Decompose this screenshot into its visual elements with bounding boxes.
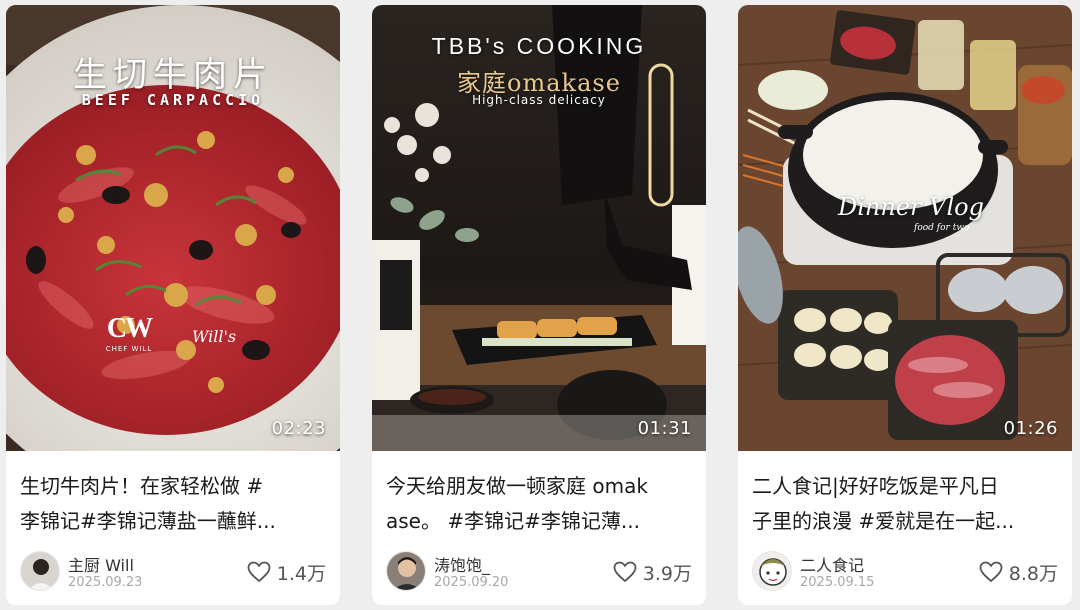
video-card-omakase[interactable]: TBB's COOKING 家庭omakase High-class delic… bbox=[372, 5, 706, 605]
cover-title: Dinner Vlog bbox=[838, 193, 984, 221]
card-body: 二人食记|好好吃饭是平凡日 子里的浪漫 #爱就是在一起... 二人食记 2025… bbox=[738, 451, 1072, 605]
like-count: 1.4万 bbox=[276, 562, 326, 585]
video-title[interactable]: 二人食记|好好吃饭是平凡日 子里的浪漫 #爱就是在一起... bbox=[752, 469, 1058, 539]
author-name[interactable]: 涛饱饱_ bbox=[434, 552, 490, 576]
video-meta: 涛饱饱_ 2025.09.20 3.9万 bbox=[386, 551, 692, 593]
heart-outline-icon bbox=[979, 561, 1003, 583]
heart-outline-icon bbox=[613, 561, 637, 583]
video-cover[interactable]: TBB's COOKING 家庭omakase High-class delic… bbox=[372, 5, 706, 451]
author-avatar[interactable] bbox=[20, 551, 60, 591]
avatar-cartoon-image bbox=[753, 552, 791, 590]
chef-logo-text: CHEF WILL bbox=[105, 345, 153, 353]
video-card-dinner-vlog[interactable]: Dinner Vlog food for two 01:26 二人食记|好好吃饭… bbox=[738, 5, 1072, 605]
like-count: 8.8万 bbox=[1008, 562, 1058, 585]
cover-brand: TBB's COOKING bbox=[431, 33, 647, 59]
video-duration: 02:23 bbox=[271, 418, 326, 439]
cover-subtitle: High-class delicacy bbox=[472, 93, 606, 107]
video-duration: 01:26 bbox=[1003, 418, 1058, 439]
video-title-line-2: 李锦记#李锦记薄盐一蘸鲜... bbox=[20, 509, 276, 533]
video-meta: 主厨 Will 2025.09.23 1.4万 bbox=[20, 551, 326, 593]
video-cover[interactable]: Dinner Vlog food for two 01:26 bbox=[738, 5, 1072, 451]
heart-outline-icon bbox=[247, 561, 271, 583]
author-name[interactable]: 二人食记 bbox=[800, 552, 864, 576]
cover-title-en: BEEF CARPACCIO bbox=[81, 91, 265, 109]
video-title-line-1: 今天给朋友做一顿家庭 omak bbox=[386, 474, 648, 498]
chef-logo: CW CHEF WILL bbox=[94, 313, 164, 354]
video-card-beef-carpaccio[interactable]: 生切牛肉片 BEEF CARPACCIO CW CHEF WILL Will's… bbox=[6, 5, 340, 605]
chef-signature: Will's bbox=[192, 327, 237, 346]
cover-subtitle: food for two bbox=[914, 223, 970, 233]
author-avatar[interactable] bbox=[386, 551, 426, 591]
video-title-line-2: ase。 #李锦记#李锦记薄... bbox=[386, 509, 640, 533]
video-title-line-2: 子里的浪漫 #爱就是在一起... bbox=[752, 509, 1015, 533]
video-title[interactable]: 今天给朋友做一顿家庭 omak ase。 #李锦记#李锦记薄... bbox=[386, 469, 692, 539]
video-title-line-1: 二人食记|好好吃饭是平凡日 bbox=[752, 474, 999, 498]
author-avatar[interactable] bbox=[752, 551, 792, 591]
video-feed-grid: 生切牛肉片 BEEF CARPACCIO CW CHEF WILL Will's… bbox=[0, 0, 1080, 610]
publish-date: 2025.09.20 bbox=[434, 575, 509, 590]
video-cover[interactable]: 生切牛肉片 BEEF CARPACCIO CW CHEF WILL Will's… bbox=[6, 5, 340, 451]
like-button[interactable]: 3.9万 bbox=[613, 561, 692, 585]
like-button[interactable]: 8.8万 bbox=[979, 561, 1058, 585]
card-body: 今天给朋友做一顿家庭 omak ase。 #李锦记#李锦记薄... 涛饱饱_ 2… bbox=[372, 451, 706, 605]
cover-image-hotpot bbox=[738, 5, 1072, 451]
video-duration: 01:31 bbox=[637, 418, 692, 439]
publish-date: 2025.09.15 bbox=[800, 575, 875, 590]
avatar-chef-image bbox=[21, 552, 59, 590]
cover-title-cn: 生切牛肉片 bbox=[73, 55, 273, 95]
chef-logo-mark: CW bbox=[106, 313, 153, 344]
like-button[interactable]: 1.4万 bbox=[247, 561, 326, 585]
like-count: 3.9万 bbox=[642, 562, 692, 585]
author-name[interactable]: 主厨 Will bbox=[68, 552, 134, 576]
publish-date: 2025.09.23 bbox=[68, 575, 143, 590]
card-body: 生切牛肉片！在家轻松做 # 李锦记#李锦记薄盐一蘸鲜... 主厨 Will 20… bbox=[6, 451, 340, 605]
video-meta: 二人食记 2025.09.15 8.8万 bbox=[752, 551, 1058, 593]
video-title[interactable]: 生切牛肉片！在家轻松做 # 李锦记#李锦记薄盐一蘸鲜... bbox=[20, 469, 326, 539]
avatar-person-image bbox=[387, 552, 425, 590]
video-title-line-1: 生切牛肉片！在家轻松做 # bbox=[20, 474, 264, 498]
